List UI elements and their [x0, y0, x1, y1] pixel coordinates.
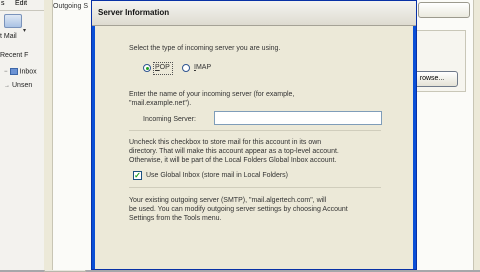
recent-folders-label[interactable]: Recent F	[0, 52, 28, 59]
toolbar-divider	[0, 10, 44, 11]
dialog-title-bar[interactable]: Server Information	[92, 1, 416, 26]
folder-label: Unsen	[12, 82, 33, 89]
thunderbird-main-window: s Edit ▾ t Mail Recent F − Inbox → Unsen	[0, 0, 44, 270]
server-information-dialog: Server Information Select the type of in…	[91, 0, 417, 270]
dialog-title: Server Information	[98, 8, 170, 17]
server-name-prompt-line1: Enter the name of your incoming server (…	[129, 91, 295, 98]
incoming-server-input[interactable]	[214, 111, 382, 125]
window-controls[interactable]	[418, 2, 470, 18]
folder-item-inbox[interactable]: − Inbox	[4, 68, 37, 75]
smtp-note-line3: Settings from the Tools menu.	[129, 215, 222, 222]
imap-radio[interactable]	[182, 64, 190, 72]
folder-icon	[9, 68, 18, 75]
server-type-prompt: Select the type of incoming server you a…	[129, 45, 281, 52]
get-mail-icon[interactable]	[4, 14, 22, 28]
folder-item-unsent[interactable]: → Unsen	[4, 82, 32, 89]
menu-edit[interactable]: Edit	[15, 0, 27, 7]
global-inbox-label[interactable]: Use Global Inbox (store mail in Local Fo…	[146, 171, 288, 180]
divider	[129, 187, 381, 188]
imap-radio-label[interactable]: IMAP	[194, 63, 211, 72]
get-mail-button[interactable]: t Mail	[0, 33, 17, 40]
global-inbox-note-line3: Otherwise, it will be part of the Local …	[129, 157, 337, 164]
chevron-down-icon[interactable]: ▾	[23, 27, 26, 34]
divider	[129, 130, 381, 131]
pop-radio-label[interactable]: POP	[155, 63, 170, 72]
expand-icon[interactable]: −	[4, 69, 8, 75]
menu-file[interactable]: s	[1, 0, 5, 7]
outgoing-server-label: Outgoing S	[53, 3, 89, 10]
menu-bar: s Edit	[0, 0, 44, 10]
smtp-note-line2: be used. You can modify outgoing server …	[129, 206, 348, 213]
folder-label: Inbox	[19, 68, 37, 76]
global-inbox-note-line1: Uncheck this checkbox to store mail for …	[129, 139, 322, 146]
global-inbox-checkbox[interactable]: ✓	[133, 171, 142, 180]
global-inbox-note-line2: directory. That will make this account a…	[129, 148, 339, 155]
pop-label-rest: OP	[159, 64, 170, 71]
dialog-body: Select the type of incoming server you a…	[95, 26, 413, 269]
pop-radio[interactable]	[143, 64, 151, 72]
incoming-server-label: Incoming Server:	[143, 116, 196, 123]
imap-label-rest: MAP	[195, 64, 212, 71]
smtp-note-line1: Your existing outgoing server (SMTP), "m…	[129, 197, 327, 204]
server-name-prompt-line2: "mail.example.net").	[129, 100, 192, 107]
arrow-icon: →	[4, 83, 10, 89]
